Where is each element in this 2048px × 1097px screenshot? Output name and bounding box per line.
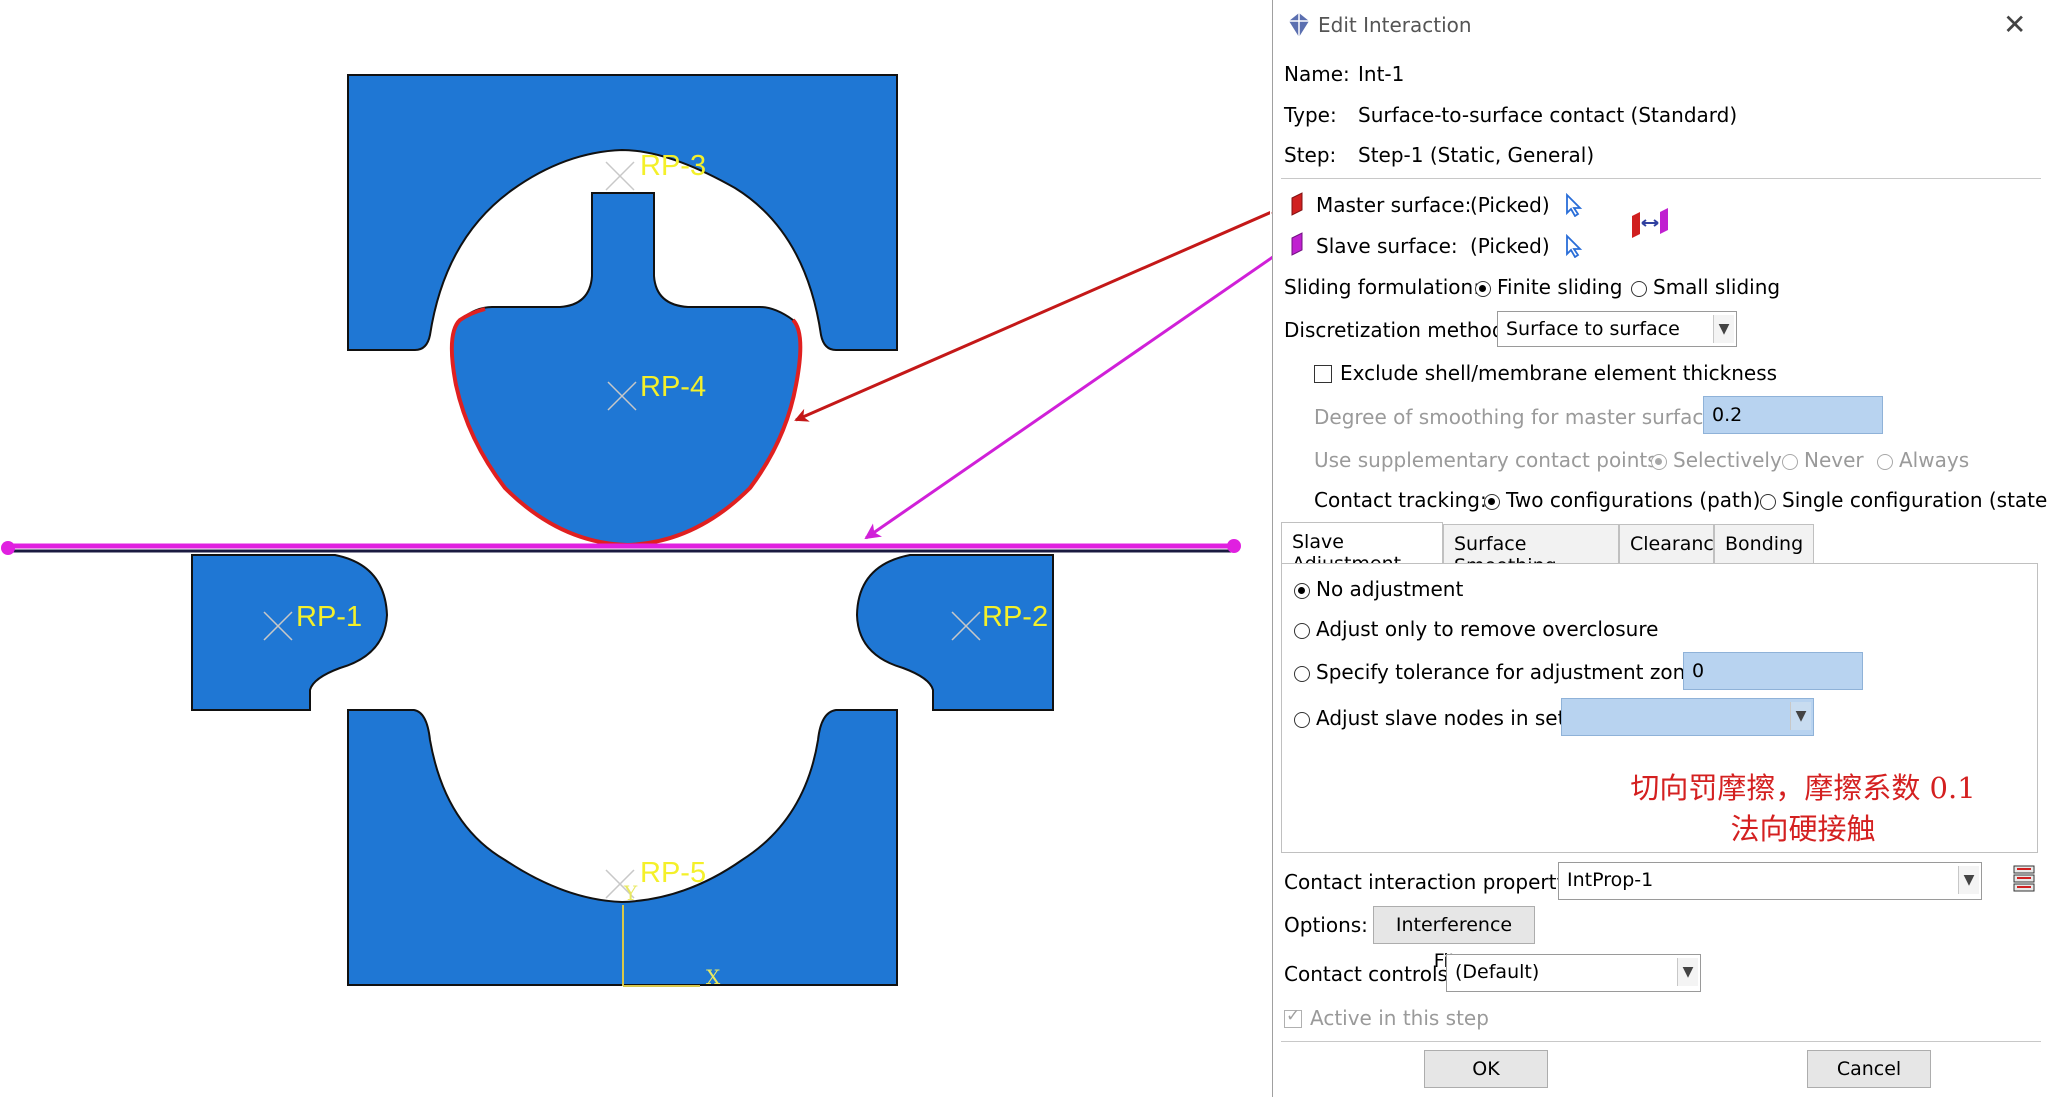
- master-surface-value: (Picked): [1470, 193, 1550, 217]
- close-icon[interactable]: ✕: [2003, 8, 2026, 41]
- remove-overclosure-label: Adjust only to remove overclosure: [1316, 617, 1659, 641]
- slave-endpoint-left: [1, 541, 15, 555]
- single-configuration-label: Single configuration (state): [1782, 488, 2048, 512]
- master-surface-label: Master surface:: [1316, 193, 1472, 217]
- swap-surfaces-icon[interactable]: [1630, 208, 1670, 245]
- remove-overclosure-radio[interactable]: Adjust only to remove overclosure: [1294, 617, 1658, 641]
- property-select[interactable]: IntProp-1 ▼: [1558, 862, 1982, 900]
- dialog-titlebar[interactable]: Edit Interaction ✕: [1273, 0, 2047, 52]
- two-configurations-radio[interactable]: Two configurations (path): [1484, 488, 1760, 512]
- slave-endpoint-right: [1227, 539, 1241, 553]
- property-value: IntProp-1: [1567, 869, 1654, 891]
- annotation-friction: 切向罚摩擦，摩擦系数 0.1: [1630, 771, 1976, 805]
- slave-node-set-select[interactable]: ▼: [1561, 698, 1814, 736]
- app-icon: [1287, 12, 1311, 43]
- exclude-shell-label: Exclude shell/membrane element thickness: [1340, 361, 1778, 385]
- discretization-label: Discretization method:: [1284, 318, 1512, 342]
- step-label: Step:: [1284, 143, 1337, 167]
- tab-slave-adjustment[interactable]: Slave Adjustment: [1281, 522, 1443, 575]
- supplementary-label: Use supplementary contact points:: [1314, 448, 1665, 472]
- contact-tracking-label: Contact tracking:: [1314, 488, 1487, 512]
- ok-button[interactable]: OK: [1424, 1050, 1548, 1088]
- tolerance-input[interactable]: 0: [1683, 652, 1863, 690]
- chevron-down-icon: ▼: [1958, 866, 1979, 894]
- slave-select-cursor-icon[interactable]: [1564, 233, 1584, 263]
- dialog-title: Edit Interaction: [1318, 13, 1472, 37]
- tolerance-value: 0: [1692, 660, 1705, 682]
- always-radio[interactable]: Always: [1877, 448, 1969, 472]
- rp-4-label: RP-4: [640, 371, 706, 403]
- master-select-cursor-icon[interactable]: [1564, 192, 1584, 222]
- finite-sliding-radio[interactable]: Finite sliding: [1475, 275, 1623, 299]
- smoothing-value: 0.2: [1712, 404, 1743, 426]
- chevron-down-icon: ▼: [1677, 958, 1698, 986]
- create-property-icon[interactable]: [2011, 864, 2037, 897]
- rp-2-label: RP-2: [982, 601, 1048, 633]
- single-configuration-radio[interactable]: Single configuration (state): [1760, 488, 2048, 512]
- discretization-select[interactable]: Surface to surface ▼: [1497, 311, 1737, 347]
- never-radio[interactable]: Never: [1782, 448, 1864, 472]
- cancel-button[interactable]: Cancel: [1807, 1050, 1931, 1088]
- rp-1-label: RP-1: [296, 601, 362, 633]
- tab-surface-smoothing[interactable]: Surface Smoothing: [1443, 524, 1619, 577]
- sliding-formulation-label: Sliding formulation:: [1284, 275, 1480, 299]
- rp-3-label: RP-3: [640, 150, 706, 182]
- axis-x-label: X: [706, 965, 721, 989]
- model-canvas[interactable]: RP-3 RP-4 RP-1 RP-2 RP-5 Y X: [0, 0, 1270, 1097]
- chevron-down-icon: ▼: [1713, 315, 1734, 343]
- selectively-radio[interactable]: Selectively: [1651, 448, 1782, 472]
- contact-controls-select[interactable]: (Default) ▼: [1446, 954, 1701, 992]
- tab-clearance[interactable]: Clearance: [1619, 524, 1726, 564]
- specify-tolerance-radio[interactable]: Specify tolerance for adjustment zone:: [1294, 660, 1704, 684]
- small-sliding-radio[interactable]: Small sliding: [1631, 275, 1780, 299]
- step-value: Step-1 (Static, General): [1358, 143, 1595, 167]
- finite-sliding-label: Finite sliding: [1497, 275, 1623, 299]
- edit-interaction-dialog: Edit Interaction ✕ Name: Int-1 Type: Sur…: [1272, 0, 2048, 1097]
- contact-controls-value: (Default): [1455, 961, 1540, 983]
- small-sliding-label: Small sliding: [1653, 275, 1781, 299]
- type-value: Surface-to-surface contact (Standard): [1358, 103, 1738, 127]
- tab-bonding[interactable]: Bonding: [1714, 524, 1814, 564]
- always-label: Always: [1899, 448, 1970, 472]
- slave-surface-icon: [1290, 232, 1304, 261]
- slave-surface-value: (Picked): [1470, 234, 1550, 258]
- chevron-down-icon: ▼: [1790, 702, 1811, 730]
- master-surface-icon: [1290, 192, 1304, 221]
- selectively-label: Selectively: [1673, 448, 1782, 472]
- smoothing-input[interactable]: 0.2: [1703, 396, 1883, 434]
- never-label: Never: [1804, 448, 1864, 472]
- exclude-shell-checkbox[interactable]: Exclude shell/membrane element thickness: [1314, 361, 1777, 385]
- options-label: Options:: [1284, 913, 1368, 937]
- rp-5-label: RP-5: [640, 857, 706, 889]
- property-label: Contact interaction property:: [1284, 870, 1574, 894]
- name-value: Int-1: [1358, 62, 1405, 86]
- contact-controls-label: Contact controls:: [1284, 962, 1455, 986]
- annotation-normal: 法向硬接触: [1730, 812, 1876, 846]
- interference-fit-button[interactable]: Interference Fit...: [1373, 906, 1535, 972]
- adjust-slave-nodes-label: Adjust slave nodes in set:: [1316, 706, 1573, 730]
- axis-y-label: Y: [623, 881, 638, 905]
- slave-surface-label: Slave surface:: [1316, 234, 1458, 258]
- adjust-slave-nodes-radio[interactable]: Adjust slave nodes in set:: [1294, 706, 1572, 730]
- name-label: Name:: [1284, 62, 1350, 86]
- type-label: Type:: [1284, 103, 1337, 127]
- no-adjustment-label: No adjustment: [1316, 577, 1464, 601]
- model-viewport[interactable]: RP-3 RP-4 RP-1 RP-2 RP-5 Y X: [0, 0, 1270, 1097]
- discretization-value: Surface to surface: [1506, 318, 1680, 340]
- active-in-step-checkbox[interactable]: Active in this step: [1284, 1006, 1489, 1030]
- two-configurations-label: Two configurations (path): [1506, 488, 1761, 512]
- active-in-step-label: Active in this step: [1310, 1006, 1489, 1030]
- specify-tolerance-label: Specify tolerance for adjustment zone:: [1316, 660, 1705, 684]
- smoothing-label: Degree of smoothing for master surface:: [1314, 405, 1723, 429]
- no-adjustment-radio[interactable]: No adjustment: [1294, 577, 1463, 601]
